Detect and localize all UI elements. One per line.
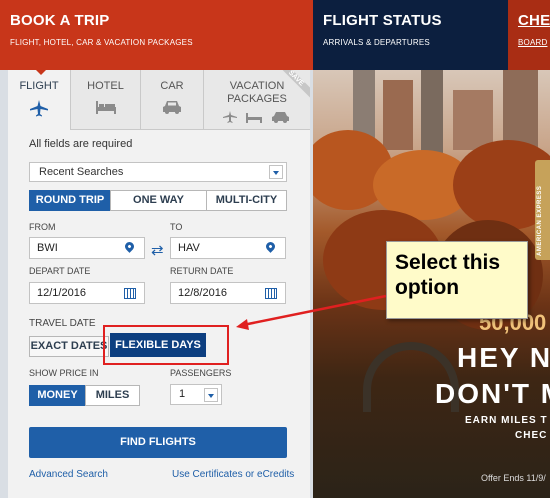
money-button[interactable]: MONEY xyxy=(29,385,86,406)
return-date-field[interactable]: 12/8/2016 xyxy=(170,282,286,304)
active-tab-caret xyxy=(35,69,47,75)
find-flights-button[interactable]: FIND FLIGHTS xyxy=(29,427,287,458)
tab-title: FLIGHT STATUS xyxy=(323,12,442,29)
round-trip-button[interactable]: ROUND TRIP xyxy=(29,190,111,211)
save-badge: SAVE xyxy=(282,70,310,98)
skyline-building xyxy=(453,90,493,150)
tab-book-a-trip[interactable]: BOOK A TRIP FLIGHT, HOTEL, CAR & VACATIO… xyxy=(0,0,313,70)
return-date-value: 12/8/2016 xyxy=(178,287,227,299)
product-tabs: FLIGHT HOTEL CAR VACATION PACKAGES SAVE xyxy=(8,69,310,130)
show-price-label: SHOW PRICE IN xyxy=(29,368,99,378)
tab-title: BOOK A TRIP xyxy=(10,12,110,29)
annotation-callout: Select this option xyxy=(386,241,528,319)
booking-panel: FLIGHT HOTEL CAR VACATION PACKAGES SAVE xyxy=(8,69,310,498)
return-date-label: RETURN DATE xyxy=(170,266,234,276)
skyline-building xyxy=(383,80,413,150)
chevron-down-icon[interactable] xyxy=(269,165,283,179)
tab-vacation-packages[interactable]: VACATION PACKAGES SAVE xyxy=(204,70,310,130)
passengers-value: 1 xyxy=(179,388,186,400)
hero-subline-2: CHEC xyxy=(515,430,548,441)
tab-subtitle: BOARD xyxy=(518,38,548,47)
annotation-highlight-box xyxy=(103,325,229,365)
one-way-button[interactable]: ONE WAY xyxy=(110,190,207,211)
hero-offer-note: Offer Ends 11/9/ xyxy=(481,473,546,483)
miles-button[interactable]: MILES xyxy=(85,385,140,406)
depart-date-field[interactable]: 12/1/2016 xyxy=(29,282,145,304)
location-pin-icon[interactable] xyxy=(264,240,277,253)
certificates-link[interactable]: Use Certificates or eCredits xyxy=(172,469,294,480)
tab-title: CHEC xyxy=(518,12,550,29)
hero-headline-2: DON'T M xyxy=(435,378,550,409)
multi-city-button[interactable]: MULTI-CITY xyxy=(206,190,287,211)
tab-subtitle: FLIGHT, HOTEL, CAR & VACATION PACKAGES xyxy=(10,38,193,47)
required-note: All fields are required xyxy=(29,138,133,150)
amex-card-tab[interactable]: AMERICAN EXPRESS xyxy=(535,160,550,260)
recent-searches-dropdown[interactable]: Recent Searches xyxy=(29,162,287,182)
tab-label: FLIGHT xyxy=(19,80,59,92)
tab-label: HOTEL xyxy=(87,80,124,92)
hero-subline-1: EARN MILES T xyxy=(465,415,548,426)
location-pin-icon[interactable] xyxy=(123,240,136,253)
tab-check-in[interactable]: CHEC BOARD xyxy=(508,0,550,70)
calendar-icon[interactable] xyxy=(265,288,277,299)
to-value: HAV xyxy=(178,242,200,254)
travel-date-label: TRAVEL DATE xyxy=(29,318,96,329)
package-icons xyxy=(204,108,310,129)
passengers-select[interactable]: 1 xyxy=(170,384,222,405)
tab-flight[interactable]: FLIGHT xyxy=(8,69,71,130)
exact-dates-button[interactable]: EXACT DATES xyxy=(29,336,109,357)
bed-icon xyxy=(71,99,140,120)
amex-label: AMERICAN EXPRESS xyxy=(537,185,543,256)
tab-hotel[interactable]: HOTEL xyxy=(71,70,141,130)
depart-date-label: DEPART DATE xyxy=(29,266,91,276)
from-value: BWI xyxy=(37,242,58,254)
hero-headline-1: HEY N xyxy=(457,342,550,373)
swap-icon[interactable]: ⇄ xyxy=(151,241,164,259)
depart-date-value: 12/1/2016 xyxy=(37,287,86,299)
skyline-building xyxy=(421,70,443,160)
airplane-icon xyxy=(8,99,70,122)
tab-label: CAR xyxy=(160,80,184,92)
calendar-icon[interactable] xyxy=(124,288,136,299)
passengers-label: PASSENGERS xyxy=(170,368,232,378)
from-field[interactable]: BWI xyxy=(29,237,145,259)
tab-flight-status[interactable]: FLIGHT STATUS ARRIVALS & DEPARTURES xyxy=(313,0,508,70)
tab-subtitle: ARRIVALS & DEPARTURES xyxy=(323,38,430,47)
chevron-down-icon[interactable] xyxy=(204,388,218,402)
to-label: TO xyxy=(170,222,183,232)
to-field[interactable]: HAV xyxy=(170,237,286,259)
skyline-building xyxy=(503,70,538,150)
save-ribbon: SAVE xyxy=(282,70,310,98)
from-label: FROM xyxy=(29,222,56,232)
car-icon xyxy=(141,99,203,120)
advanced-search-link[interactable]: Advanced Search xyxy=(29,469,108,480)
tab-car[interactable]: CAR xyxy=(141,70,204,130)
recent-searches-value: Recent Searches xyxy=(39,166,124,178)
